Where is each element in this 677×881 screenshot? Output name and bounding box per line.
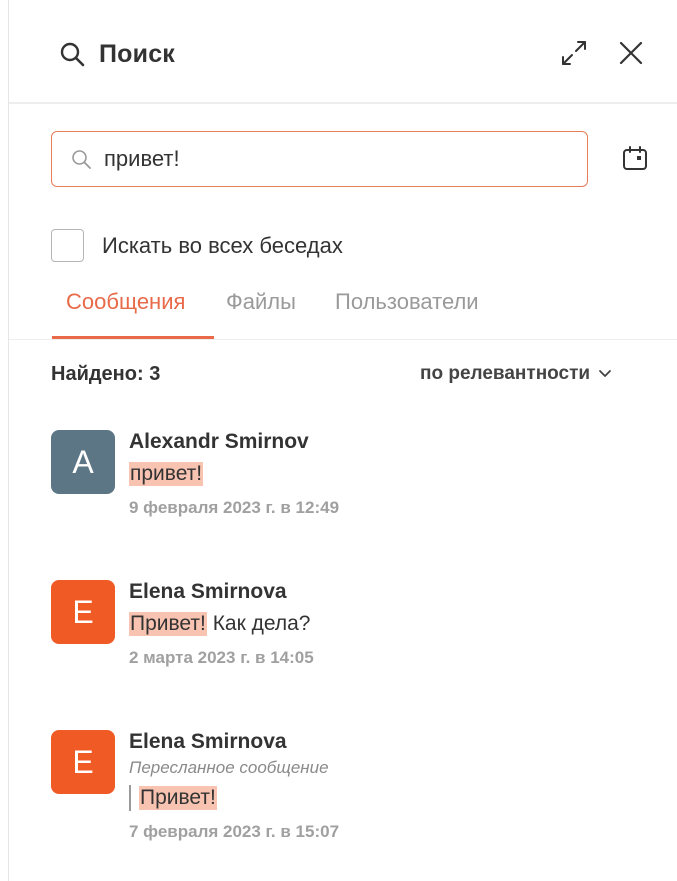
result-message: Привет! Как дела? bbox=[129, 608, 314, 640]
quote-bar bbox=[129, 785, 131, 811]
all-chats-checkbox[interactable] bbox=[51, 229, 84, 262]
tab-users[interactable]: Пользователи bbox=[335, 286, 479, 340]
close-button[interactable] bbox=[614, 38, 648, 72]
result-body: Elena Smirnova Пересланное сообщение При… bbox=[129, 730, 339, 842]
expand-icon bbox=[559, 38, 589, 73]
search-field[interactable] bbox=[51, 131, 588, 187]
result-highlight: Привет! bbox=[129, 612, 207, 636]
chevron-down-icon bbox=[598, 369, 612, 379]
result-date: 9 февраля 2023 г. в 12:49 bbox=[129, 498, 340, 517]
search-panel: Поиск привет! Искать во всех беседах Соо… bbox=[0, 0, 677, 881]
search-icon bbox=[57, 39, 87, 69]
avatar: E bbox=[51, 580, 115, 644]
result-highlight: привет! bbox=[129, 462, 204, 486]
result-author: Alexandr Smirnov bbox=[129, 430, 309, 453]
forwarded-label: Пересланное сообщение bbox=[129, 758, 329, 777]
search-result[interactable]: E Elena Smirnova Привет! Как дела? 2 мар… bbox=[51, 580, 651, 690]
calendar-icon bbox=[621, 144, 649, 177]
search-result[interactable]: A Alexandr Smirnov привет! 9 февраля 202… bbox=[51, 430, 651, 540]
panel-title-wrap: Поиск bbox=[57, 38, 175, 70]
results-count: Найдено: 3 bbox=[51, 363, 161, 385]
result-body: Elena Smirnova Привет! Как дела? 2 марта… bbox=[129, 580, 314, 668]
sort-dropdown[interactable]: по релевантности bbox=[420, 363, 612, 385]
avatar: E bbox=[51, 730, 115, 794]
tab-files[interactable]: Файлы bbox=[226, 286, 296, 340]
result-date: 7 февраля 2023 г. в 15:07 bbox=[129, 822, 340, 841]
expand-button[interactable] bbox=[557, 38, 591, 72]
result-body: Alexandr Smirnov привет! 9 февраля 2023 … bbox=[129, 430, 339, 518]
calendar-button[interactable] bbox=[618, 143, 652, 177]
result-date: 2 марта 2023 г. в 14:05 bbox=[129, 648, 314, 667]
result-author: Elena Smirnova bbox=[129, 730, 287, 753]
tabs-bar: Сообщения Файлы Пользователи bbox=[9, 286, 677, 340]
result-highlight: Привет! bbox=[139, 786, 217, 810]
result-message: привет! bbox=[129, 458, 339, 490]
active-tab-indicator bbox=[52, 336, 214, 339]
panel-header: Поиск bbox=[9, 0, 677, 104]
avatar: A bbox=[51, 430, 115, 494]
all-chats-label: Искать во всех беседах bbox=[102, 232, 343, 258]
close-icon bbox=[618, 40, 644, 71]
panel-title: Поиск bbox=[99, 39, 176, 68]
search-icon bbox=[70, 148, 92, 170]
sort-label: по релевантности bbox=[420, 363, 591, 384]
result-message: Привет! bbox=[129, 782, 339, 814]
result-author: Elena Smirnova bbox=[129, 580, 287, 603]
all-chats-option[interactable]: Искать во всех беседах bbox=[51, 229, 343, 262]
panel-divider bbox=[8, 0, 9, 881]
result-text: Как дела? bbox=[206, 612, 311, 635]
search-result[interactable]: E Elena Smirnova Пересланное сообщение П… bbox=[51, 730, 651, 870]
tab-messages[interactable]: Сообщения bbox=[66, 286, 185, 340]
search-input[interactable] bbox=[104, 146, 524, 172]
